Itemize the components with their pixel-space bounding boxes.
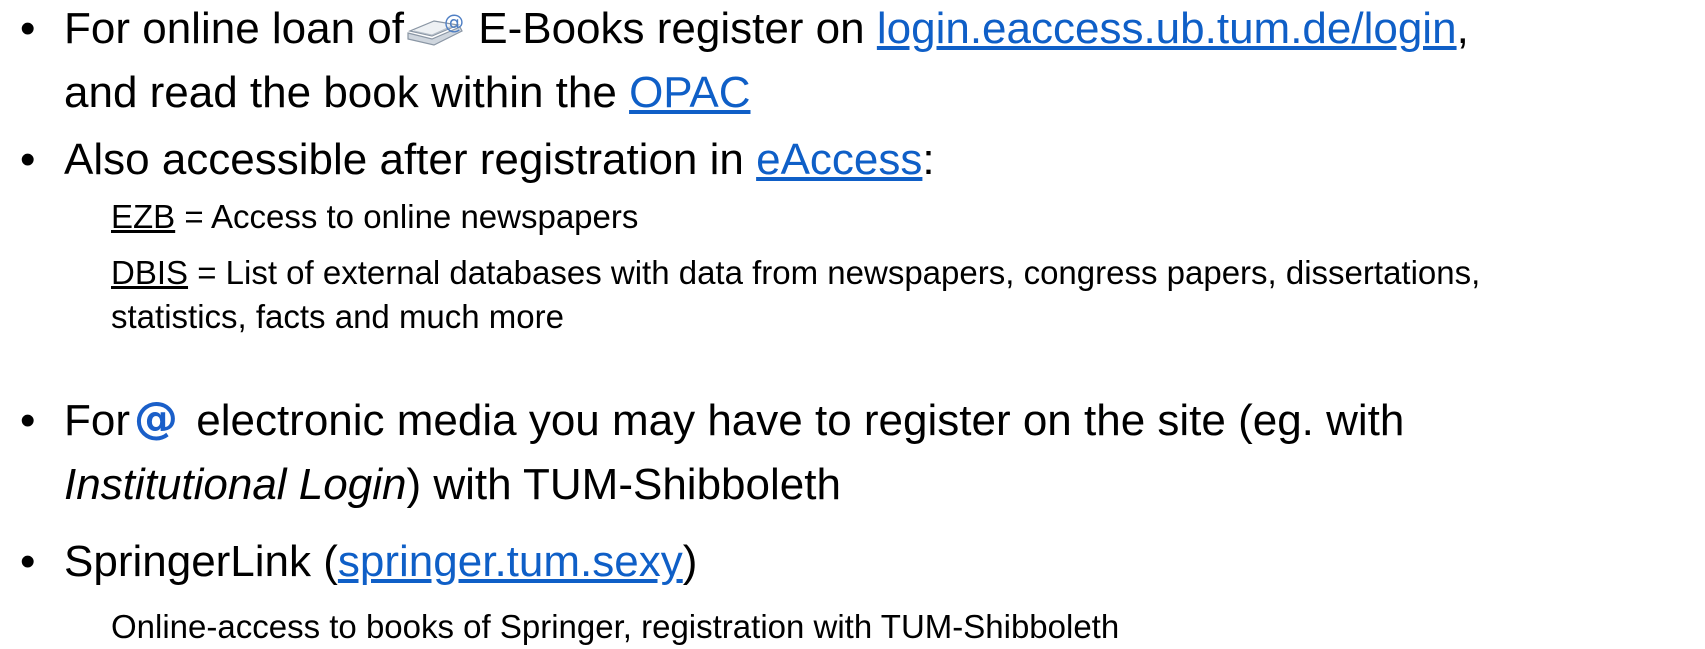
springer-post: ) <box>682 537 698 586</box>
dbis-line2: statistics, facts and much more <box>111 298 564 335</box>
bullet-electronic-media-text: For @ electronic media you may have to r… <box>64 392 1690 514</box>
ezb-desc: = Access to online newspapers <box>175 198 639 235</box>
ebooks-comma: , <box>1456 4 1469 53</box>
bullet-marker: • <box>20 396 36 445</box>
media-pre: For <box>64 396 130 445</box>
eaccess-login-link[interactable]: login.eaccess.ub.tum.de/login <box>877 4 1457 53</box>
dbis-desc: = List of external databases with data f… <box>188 254 1481 291</box>
bullet-marker: • <box>20 537 36 586</box>
institutional-login-text: Institutional Login <box>64 460 407 509</box>
slide: • For online loan of @ E-Books register … <box>0 0 1705 648</box>
opac-link[interactable]: OPAC <box>629 68 750 117</box>
bullet-eaccess-text: Also accessible after registration in eA… <box>64 131 1690 189</box>
sub-dbis: DBIS = List of external databases with d… <box>111 251 1701 339</box>
dbis-link[interactable]: DBIS <box>111 254 188 291</box>
bullet-ebooks-text: For online loan of @ E-Books register on… <box>64 0 1690 122</box>
ezb-link[interactable]: EZB <box>111 198 175 235</box>
sub-springer: Online-access to books of Springer, regi… <box>111 605 1701 649</box>
springer-pre: SpringerLink ( <box>64 537 338 586</box>
eaccess-link[interactable]: eAccess <box>756 135 922 184</box>
bullet-ebooks: • For online loan of @ E-Books register … <box>20 0 1690 117</box>
at-sign-icon: @ <box>130 393 184 456</box>
ebooks-mid: E-Books register on <box>466 4 877 53</box>
ebook-at-icon: @ <box>404 6 466 64</box>
bullet-springerlink: • SpringerLink (springer.tum.sexy) <box>20 533 1690 591</box>
bullet-marker: • <box>20 4 36 53</box>
svg-text:@: @ <box>444 10 464 34</box>
media-mid: electronic media you may have to registe… <box>184 396 1405 445</box>
svg-text:@: @ <box>134 397 178 441</box>
bullet-eaccess: • Also accessible after registration in … <box>20 131 1690 189</box>
eaccess-pre: Also accessible after registration in <box>64 135 757 184</box>
sub-ezb: EZB = Access to online newspapers <box>111 195 1701 239</box>
ebooks-pre: For online loan of <box>64 4 404 53</box>
bullet-electronic-media: • For @ electronic media you may have to… <box>20 392 1690 509</box>
springer-desc: Online-access to books of Springer, regi… <box>111 608 1120 645</box>
media-post: ) with TUM-Shibboleth <box>406 460 841 509</box>
ebooks-line2: and read the book within the <box>64 68 630 117</box>
bullet-marker: • <box>20 135 36 184</box>
springer-link[interactable]: springer.tum.sexy <box>338 537 683 586</box>
eaccess-post: : <box>922 135 935 184</box>
bullet-springerlink-text: SpringerLink (springer.tum.sexy) <box>64 533 1690 591</box>
